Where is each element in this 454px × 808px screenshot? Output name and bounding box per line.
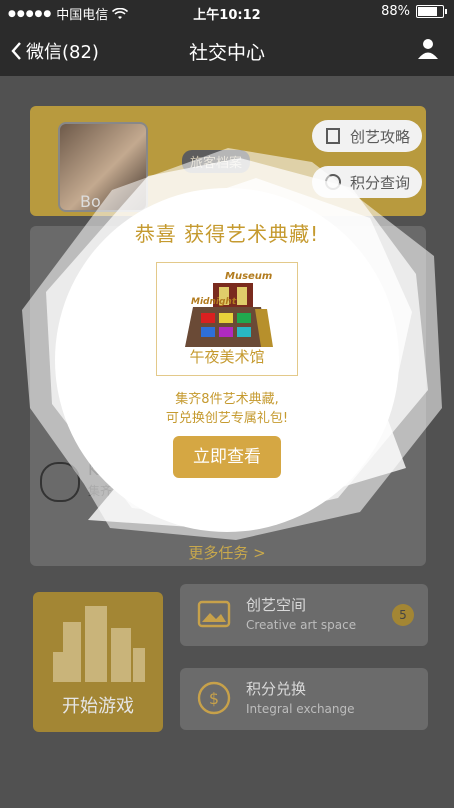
desc-line-2: 可兑换创艺专属礼包!	[165, 411, 289, 426]
popup-description: 集齐8件艺术典藏, 可兑换创艺专属礼包!	[0, 390, 454, 428]
museum-sign-left: Midnight	[191, 297, 237, 307]
view-now-button[interactable]: 立即查看	[173, 436, 281, 478]
museum-name: 午夜美术馆	[189, 348, 265, 366]
popup-title: 恭喜 获得艺术典藏!	[134, 222, 320, 246]
desc-line-1: 集齐8件艺术典藏,	[175, 392, 279, 407]
museum-card: Museum Midnight 午夜美术馆	[156, 262, 298, 376]
reward-popup: 恭喜 获得艺术典藏! Museum Midnight 午夜美术馆 集齐8件艺术典…	[0, 0, 454, 808]
museum-sign-top: Museum	[225, 271, 273, 282]
